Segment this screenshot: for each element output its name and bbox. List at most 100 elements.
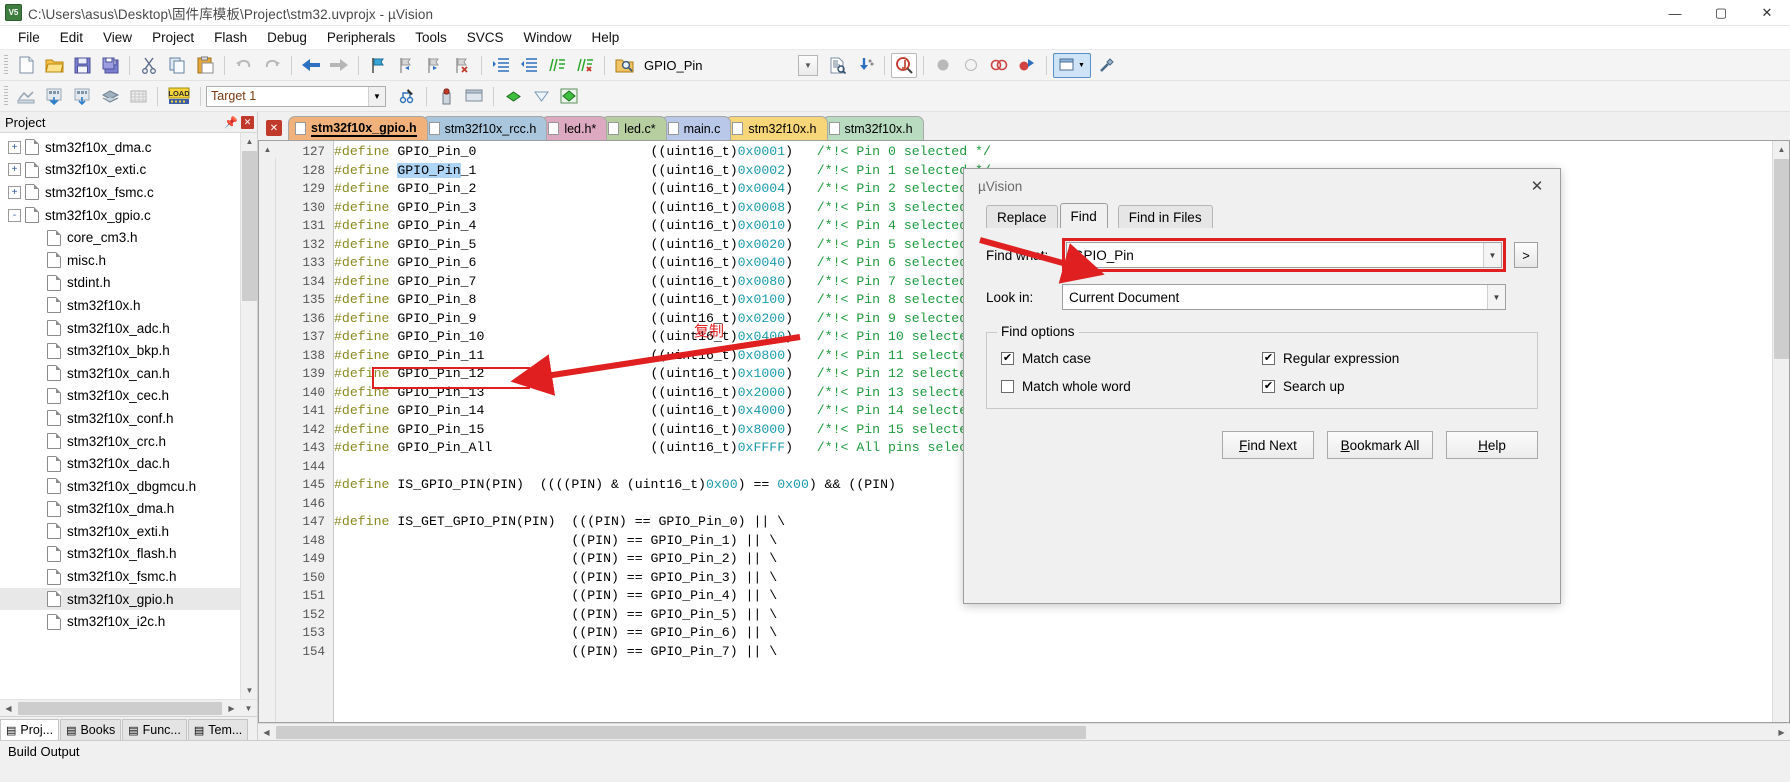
functions-icon[interactable] [528,84,554,109]
editor-tab-5[interactable]: stm32f10x.h [725,116,828,140]
search-dropdown-icon[interactable]: ▼ [798,54,818,76]
templates-icon[interactable] [556,84,582,109]
tree-item[interactable]: + stm32f10x_fsmc.c [0,181,257,204]
tree-item[interactable]: stm32f10x_adc.h [0,317,257,340]
new-file-icon[interactable] [13,53,39,78]
tree-item[interactable]: stdint.h [0,272,257,295]
menu-file[interactable]: File [8,27,50,48]
close-button[interactable]: ✕ [1744,0,1790,26]
tree-item[interactable]: stm32f10x_conf.h [0,407,257,430]
stop-build-icon[interactable] [125,84,151,109]
hscrollbar-thumb[interactable] [18,701,222,715]
target-select[interactable]: Target 1 ▼ [206,85,386,107]
bookmark-prev-icon[interactable] [393,53,419,78]
outdent-icon[interactable] [516,53,542,78]
indent-icon[interactable] [488,53,514,78]
toolbar-grip[interactable] [4,86,8,106]
search-combo[interactable]: GPIO_Pin ▼ [638,54,818,76]
find-option-match-case[interactable]: ✔ Match case [1001,351,1262,366]
code-line[interactable]: ((PIN) == GPIO_Pin_5) || \ [334,606,1772,625]
scroll-left-icon[interactable]: ◀ [0,699,17,717]
editor-horizontal-scrollbar[interactable]: ◀ ▶ [258,723,1790,741]
menu-tools[interactable]: Tools [405,27,457,48]
find-what-combo[interactable]: GPIO_Pin ▼ [1066,242,1502,268]
tree-item[interactable]: + stm32f10x_dma.c [0,136,257,159]
batch-build-icon[interactable] [97,84,123,109]
tree-item[interactable]: + stm32f10x_exti.c [0,159,257,182]
project-tab-books[interactable]: ▤ Books [60,719,122,740]
go-to-definition-icon[interactable] [852,53,878,78]
tab-find-in-files[interactable]: Find in Files [1117,205,1213,228]
code-line[interactable]: ((PIN) == GPIO_Pin_6) || \ [334,624,1772,643]
scrollbar-thumb[interactable] [1774,159,1789,359]
scroll-down-icon[interactable]: ▼ [241,682,257,699]
uncomment-icon[interactable] [572,53,598,78]
scroll-up-icon[interactable]: ▲ [1773,141,1789,158]
tree-item[interactable]: stm32f10x_exti.h [0,520,257,543]
incremental-find-icon[interactable] [824,53,850,78]
editor-left-scrollbar[interactable]: ▲ [259,141,276,722]
tree-expander-icon[interactable]: - [8,208,21,222]
build-icon[interactable] [41,84,67,109]
manage-components-icon[interactable] [433,84,459,109]
cut-icon[interactable] [136,53,162,78]
toolbar-grip[interactable] [4,55,8,75]
find-icon[interactable] [891,52,917,78]
bookmark-toggle-icon[interactable] [365,53,391,78]
close-icon[interactable]: ✕ [1522,173,1552,199]
project-tree[interactable]: + stm32f10x_dma.c + stm32f10x_exti.c + stm32f… [0,133,257,699]
tree-item[interactable]: stm32f10x.h [0,294,257,317]
maximize-button[interactable]: ▢ [1698,0,1744,26]
translate-icon[interactable] [13,84,39,109]
project-window-icon[interactable] [461,84,487,109]
chevron-down-icon[interactable]: ▼ [1483,243,1501,267]
scroll-up-icon[interactable]: ▲ [259,141,276,158]
bookmark-next-icon[interactable] [421,53,447,78]
breakpoint-kill-icon[interactable] [986,53,1012,78]
find-dialog[interactable]: µVision ✕ Replace Find Find in Files Fin… [963,168,1561,604]
editor-tab-1[interactable]: stm32f10x_rcc.h [421,116,548,140]
editor-tab-0[interactable]: stm32f10x_gpio.h [288,116,428,140]
hscrollbar-thumb[interactable] [276,725,1086,739]
tree-item[interactable]: stm32f10x_bkp.h [0,339,257,362]
paste-icon[interactable] [192,53,218,78]
scroll-left-icon[interactable]: ◀ [258,723,275,741]
checkbox[interactable] [1001,380,1014,393]
scroll-right-icon-2[interactable]: ▼ [240,699,257,717]
find-next-button[interactable]: Find Next [1222,431,1314,459]
scrollbar-thumb[interactable] [242,151,257,301]
pin-icon[interactable]: 📌 [224,116,238,129]
tree-item[interactable]: stm32f10x_crc.h [0,430,257,453]
tree-item[interactable]: core_cm3.h [0,226,257,249]
find-option-search-up[interactable]: ✔ Search up [1262,379,1523,394]
tree-item[interactable]: stm32f10x_can.h [0,362,257,385]
code-line[interactable]: ((PIN) == GPIO_Pin_7) || \ [334,643,1772,662]
project-tab-func[interactable]: ▤ Func... [122,719,187,740]
tree-item[interactable]: misc.h [0,249,257,272]
tree-expander-icon[interactable]: + [8,163,21,177]
tree-item[interactable]: stm32f10x_dma.h [0,498,257,521]
help-button[interactable]: Help [1446,431,1538,459]
close-tab-icon[interactable]: ✕ [266,120,282,136]
download-icon[interactable]: LOAD [164,84,194,109]
find-in-files-icon[interactable] [611,53,637,78]
tree-item[interactable]: stm32f10x_dbgmcu.h [0,475,257,498]
editor-tab-4[interactable]: main.c [660,116,732,140]
close-icon[interactable]: ✕ [241,115,254,129]
open-folder-icon[interactable] [41,53,67,78]
checkbox[interactable]: ✔ [1262,352,1275,365]
menu-help[interactable]: Help [582,27,630,48]
tree-expander-icon[interactable]: + [8,185,21,199]
scroll-up-icon[interactable]: ▲ [241,133,257,150]
search-input[interactable]: GPIO_Pin [638,55,798,76]
project-tree-hscrollbar[interactable]: ◀ ▶ ▼ [0,699,257,717]
save-all-icon[interactable] [97,53,123,78]
target-options-icon[interactable] [394,84,420,109]
back-icon[interactable] [298,53,324,78]
configure-icon[interactable] [1093,53,1119,78]
breakpoint-disable-icon[interactable] [958,53,984,78]
editor-tab-6[interactable]: stm32f10x.h [821,116,924,140]
scroll-right-icon[interactable]: ▶ [223,699,240,717]
rebuild-icon[interactable] [69,84,95,109]
menu-edit[interactable]: Edit [50,27,93,48]
